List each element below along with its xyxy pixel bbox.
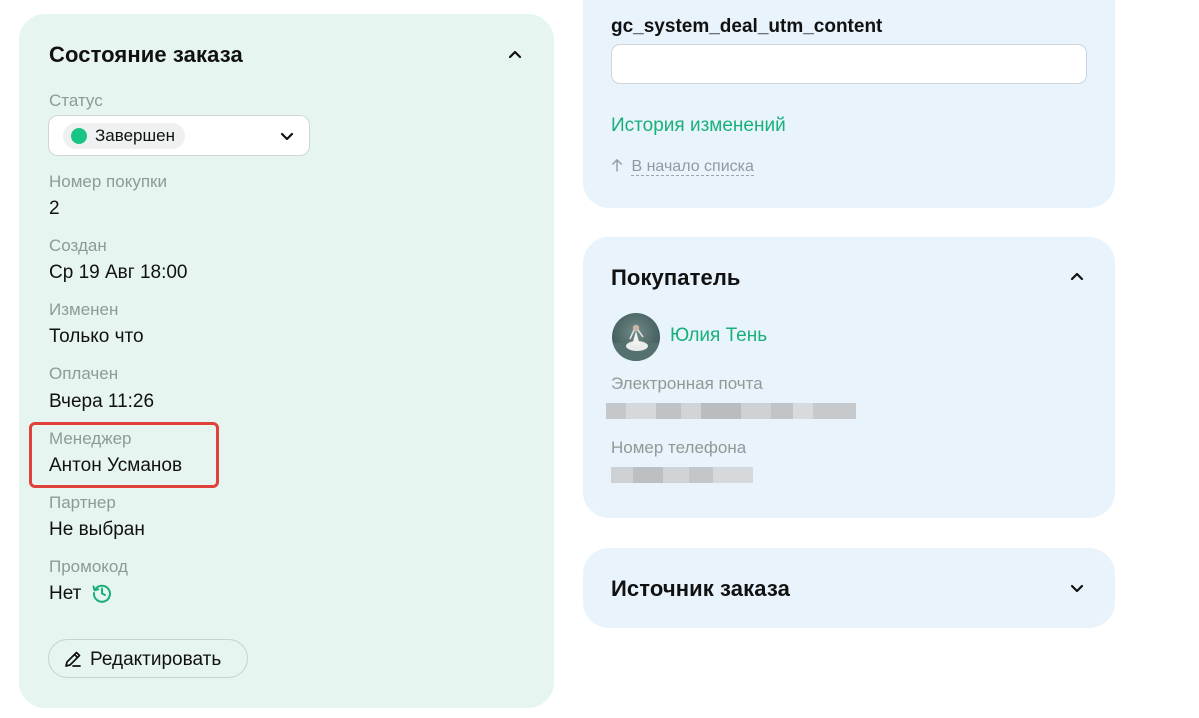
modified-value: Только что: [49, 326, 144, 347]
edit-button[interactable]: Редактировать: [48, 639, 248, 678]
chevron-up-icon[interactable]: [505, 44, 525, 64]
chevron-up-icon[interactable]: [1067, 266, 1087, 286]
history-clock-icon[interactable]: [91, 582, 113, 604]
email-label: Электронная почта: [611, 374, 763, 393]
buyer-name-link[interactable]: Юлия Тень: [670, 325, 767, 347]
partner-value: Не выбран: [49, 519, 145, 540]
modified-label: Изменен: [49, 300, 119, 319]
order-source-title: Источник заказа: [611, 576, 790, 601]
buyer-title: Покупатель: [611, 265, 741, 290]
manager-value[interactable]: Антон Усманов: [49, 455, 182, 477]
buyer-card: Покупатель Юлия Тень Электронная почта Н…: [583, 237, 1115, 518]
pencil-icon: [63, 649, 83, 669]
status-select[interactable]: Завершен: [48, 115, 310, 156]
edit-button-label: Редактировать: [90, 649, 222, 670]
status-dot-icon: [71, 128, 87, 144]
purchase-number-value: 2: [49, 198, 60, 219]
status-label: Статус: [49, 91, 103, 110]
promo-value: Нет: [49, 583, 82, 604]
extra-fields-card: gc_system_deal_utm_content История измен…: [583, 0, 1115, 208]
partner-label: Партнер: [49, 493, 116, 512]
arrow-up-icon: [611, 158, 627, 176]
phone-label: Номер телефона: [611, 438, 747, 457]
history-link[interactable]: История изменений: [611, 115, 786, 137]
promo-label: Промокод: [49, 557, 128, 576]
utm-content-label: gc_system_deal_utm_content: [611, 16, 883, 37]
order-state-title: Состояние заказа: [49, 42, 243, 67]
paid-value: Вчера 11:26: [49, 391, 155, 412]
purchase-number-label: Номер покупки: [49, 172, 167, 191]
created-label: Создан: [49, 236, 107, 255]
chevron-down-icon[interactable]: [1067, 578, 1087, 598]
status-badge: Завершен: [63, 123, 185, 149]
back-to-top-label: В начало списка: [631, 158, 754, 176]
back-to-top-link[interactable]: В начало списка: [611, 158, 754, 176]
status-value: Завершен: [95, 126, 175, 145]
order-state-card: Состояние заказа Статус Завершен Номер п…: [19, 14, 554, 708]
created-value: Ср 19 Авг 18:00: [49, 262, 188, 283]
paid-label: Оплачен: [49, 364, 119, 383]
chevron-down-icon: [277, 126, 297, 146]
manager-label: Менеджер: [49, 429, 132, 448]
avatar[interactable]: [612, 313, 660, 361]
utm-content-input[interactable]: [611, 44, 1087, 84]
order-source-card[interactable]: Источник заказа: [583, 548, 1115, 628]
